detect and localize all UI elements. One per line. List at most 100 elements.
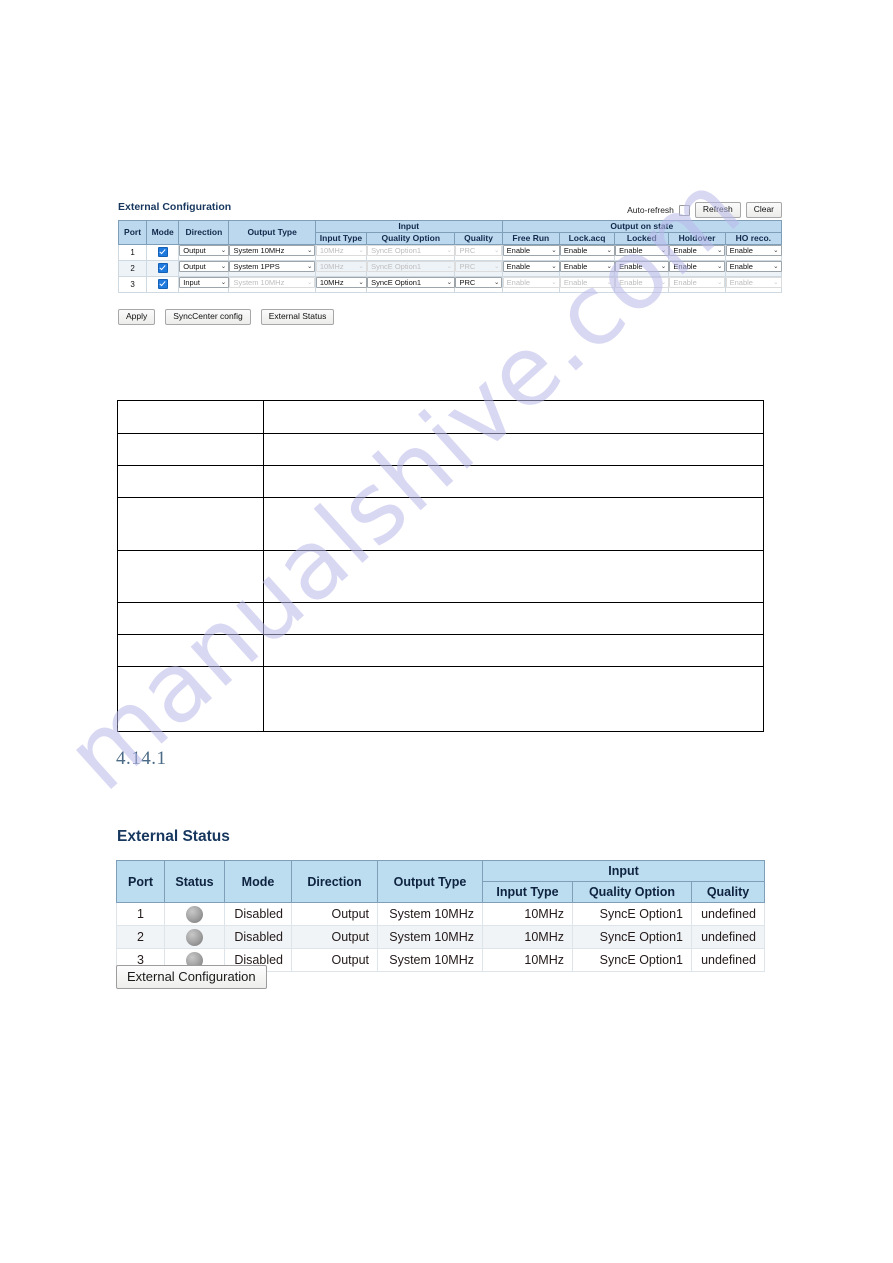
select-value: SyncE Option1 [371, 278, 422, 287]
mode-checkbox[interactable] [157, 279, 168, 290]
auto-refresh-label: Auto-refresh [627, 205, 674, 215]
select-value: 10MHz [319, 262, 344, 271]
cell-output-type[interactable]: System 1PPS ⌄ [228, 260, 316, 277]
synccenter-config-button[interactable]: SyncCenter config [165, 309, 251, 325]
cell-free-run[interactable]: Enable ⌄ [501, 276, 560, 293]
cell-status [164, 902, 225, 926]
cell-quality-option[interactable]: SyncE Option1 ⌄ [366, 244, 456, 261]
description-text-cell [263, 400, 764, 434]
cell-quality[interactable]: PRC ⌄ [454, 276, 503, 293]
external-status-buttons: External Configuration [116, 965, 267, 989]
cell-quality-option[interactable]: SyncE Option1 ⌄ [366, 260, 456, 277]
lock-acq-select[interactable]: Enable ⌄ [559, 261, 615, 272]
cell-input-type[interactable]: 10MHz ⌄ [314, 244, 368, 261]
external-status-button[interactable]: External Status [260, 309, 335, 325]
cell-input-type[interactable]: 10MHz ⌄ [314, 260, 368, 277]
holdover-select[interactable]: Enable ⌄ [669, 245, 726, 256]
refresh-button[interactable]: Refresh [694, 202, 741, 218]
holdover-select[interactable]: Enable ⌄ [669, 261, 726, 272]
cell-direction[interactable]: Output ⌄ [178, 260, 230, 277]
chevron-down-icon: ⌄ [716, 247, 723, 254]
description-text-cell [263, 550, 764, 603]
select-value: Enable [619, 246, 643, 255]
cell-locked[interactable]: Enable ⌄ [614, 276, 670, 293]
cell-input-type: 10MHz [482, 925, 573, 949]
clear-button[interactable]: Clear [745, 202, 782, 218]
quality-select[interactable]: PRC ⌄ [455, 277, 503, 288]
locked-select[interactable]: Enable ⌄ [615, 261, 670, 272]
output-type-select[interactable]: System 10MHz ⌄ [229, 245, 316, 256]
cell-quality: undefined [691, 925, 765, 949]
mode-checkbox[interactable] [157, 263, 168, 274]
description-row [117, 497, 764, 551]
direction-select[interactable]: Output ⌄ [179, 261, 230, 272]
cell-lock-acq[interactable]: Enable ⌄ [558, 276, 616, 293]
cell-port: 2 [117, 260, 148, 277]
auto-refresh-checkbox[interactable] [678, 204, 690, 216]
description-row [117, 634, 764, 667]
direction-select[interactable]: Input ⌄ [179, 277, 230, 288]
cell-input-type[interactable]: 10MHz ⌄ [314, 276, 368, 293]
cell-locked[interactable]: Enable ⌄ [614, 244, 670, 261]
status-led-icon [186, 906, 203, 924]
col-direction: Direction [178, 220, 230, 245]
external-configuration-button[interactable]: External Configuration [116, 965, 267, 989]
cell-output-type[interactable]: System 10MHz ⌄ [228, 244, 316, 261]
cell-direction: Output [291, 948, 378, 972]
cell-quality[interactable]: PRC ⌄ [454, 260, 503, 277]
direction-select[interactable]: Output ⌄ [179, 245, 230, 256]
chevron-down-icon: ⌄ [716, 279, 723, 286]
description-row [117, 433, 764, 466]
cell-free-run[interactable]: Enable ⌄ [501, 260, 560, 277]
cell-direction[interactable]: Output ⌄ [178, 244, 230, 261]
select-value: Output [183, 246, 206, 255]
col-quality: Quality [454, 232, 503, 245]
cell-ho-reco[interactable]: Enable ⌄ [724, 276, 783, 293]
input-type-select[interactable]: 10MHz ⌄ [315, 277, 367, 288]
description-row [117, 550, 764, 603]
free-run-select[interactable]: Enable ⌄ [502, 245, 560, 256]
output-type-select[interactable]: System 1PPS ⌄ [229, 261, 316, 272]
cell-mode[interactable] [146, 260, 180, 277]
select-value: Enable [619, 278, 643, 287]
holdover-select: Enable ⌄ [669, 277, 726, 288]
table-row: 1 Disabled Output System 10MHz 10MHz SyncE Op… [116, 902, 765, 926]
cell-direction[interactable]: Input ⌄ [178, 276, 230, 293]
cell-output-type[interactable]: System 10MHz ⌄ [228, 276, 316, 293]
cell-holdover[interactable]: Enable ⌄ [668, 244, 726, 261]
cell-free-run[interactable]: Enable ⌄ [501, 244, 560, 261]
cell-locked[interactable]: Enable ⌄ [614, 260, 670, 277]
cell-mode[interactable] [146, 244, 180, 261]
external-configuration-toolbar: Auto-refresh Refresh Clear [627, 202, 782, 218]
cell-lock-acq[interactable]: Enable ⌄ [558, 260, 616, 277]
chevron-down-icon: ⌄ [551, 247, 557, 254]
select-value: Enable [673, 262, 697, 271]
cell-lock-acq[interactable]: Enable ⌄ [558, 244, 616, 261]
ho-reco-select[interactable]: Enable ⌄ [725, 261, 782, 272]
mode-checkbox[interactable] [157, 247, 168, 258]
chevron-down-icon: ⌄ [716, 263, 723, 270]
cell-ho-reco[interactable]: Enable ⌄ [724, 244, 783, 261]
chevron-down-icon: ⌄ [307, 247, 313, 254]
description-label-cell [117, 602, 264, 635]
cell-quality-option[interactable]: SyncE Option1 ⌄ [366, 276, 456, 293]
chevron-down-icon: ⌄ [446, 263, 453, 270]
select-value: PRC [459, 278, 476, 287]
ho-reco-select[interactable]: Enable ⌄ [725, 245, 782, 256]
cell-holdover[interactable]: Enable ⌄ [668, 276, 726, 293]
free-run-select[interactable]: Enable ⌄ [502, 261, 560, 272]
apply-button[interactable]: Apply [118, 309, 156, 325]
chevron-down-icon: ⌄ [606, 247, 612, 254]
cell-ho-reco[interactable]: Enable ⌄ [724, 260, 783, 277]
external-configuration-table: Port Mode Direction Output Type Input Ou… [117, 220, 783, 293]
select-value: System 10MHz [233, 246, 285, 255]
quality-option-select[interactable]: SyncE Option1 ⌄ [367, 277, 456, 288]
locked-select[interactable]: Enable ⌄ [615, 245, 670, 256]
cell-port: 1 [116, 902, 165, 926]
cell-holdover[interactable]: Enable ⌄ [668, 260, 726, 277]
cell-mode[interactable] [146, 276, 180, 293]
lock-acq-select[interactable]: Enable ⌄ [559, 245, 615, 256]
description-label-cell [117, 400, 264, 434]
chevron-down-icon: ⌄ [358, 263, 364, 270]
cell-quality[interactable]: PRC ⌄ [454, 244, 503, 261]
